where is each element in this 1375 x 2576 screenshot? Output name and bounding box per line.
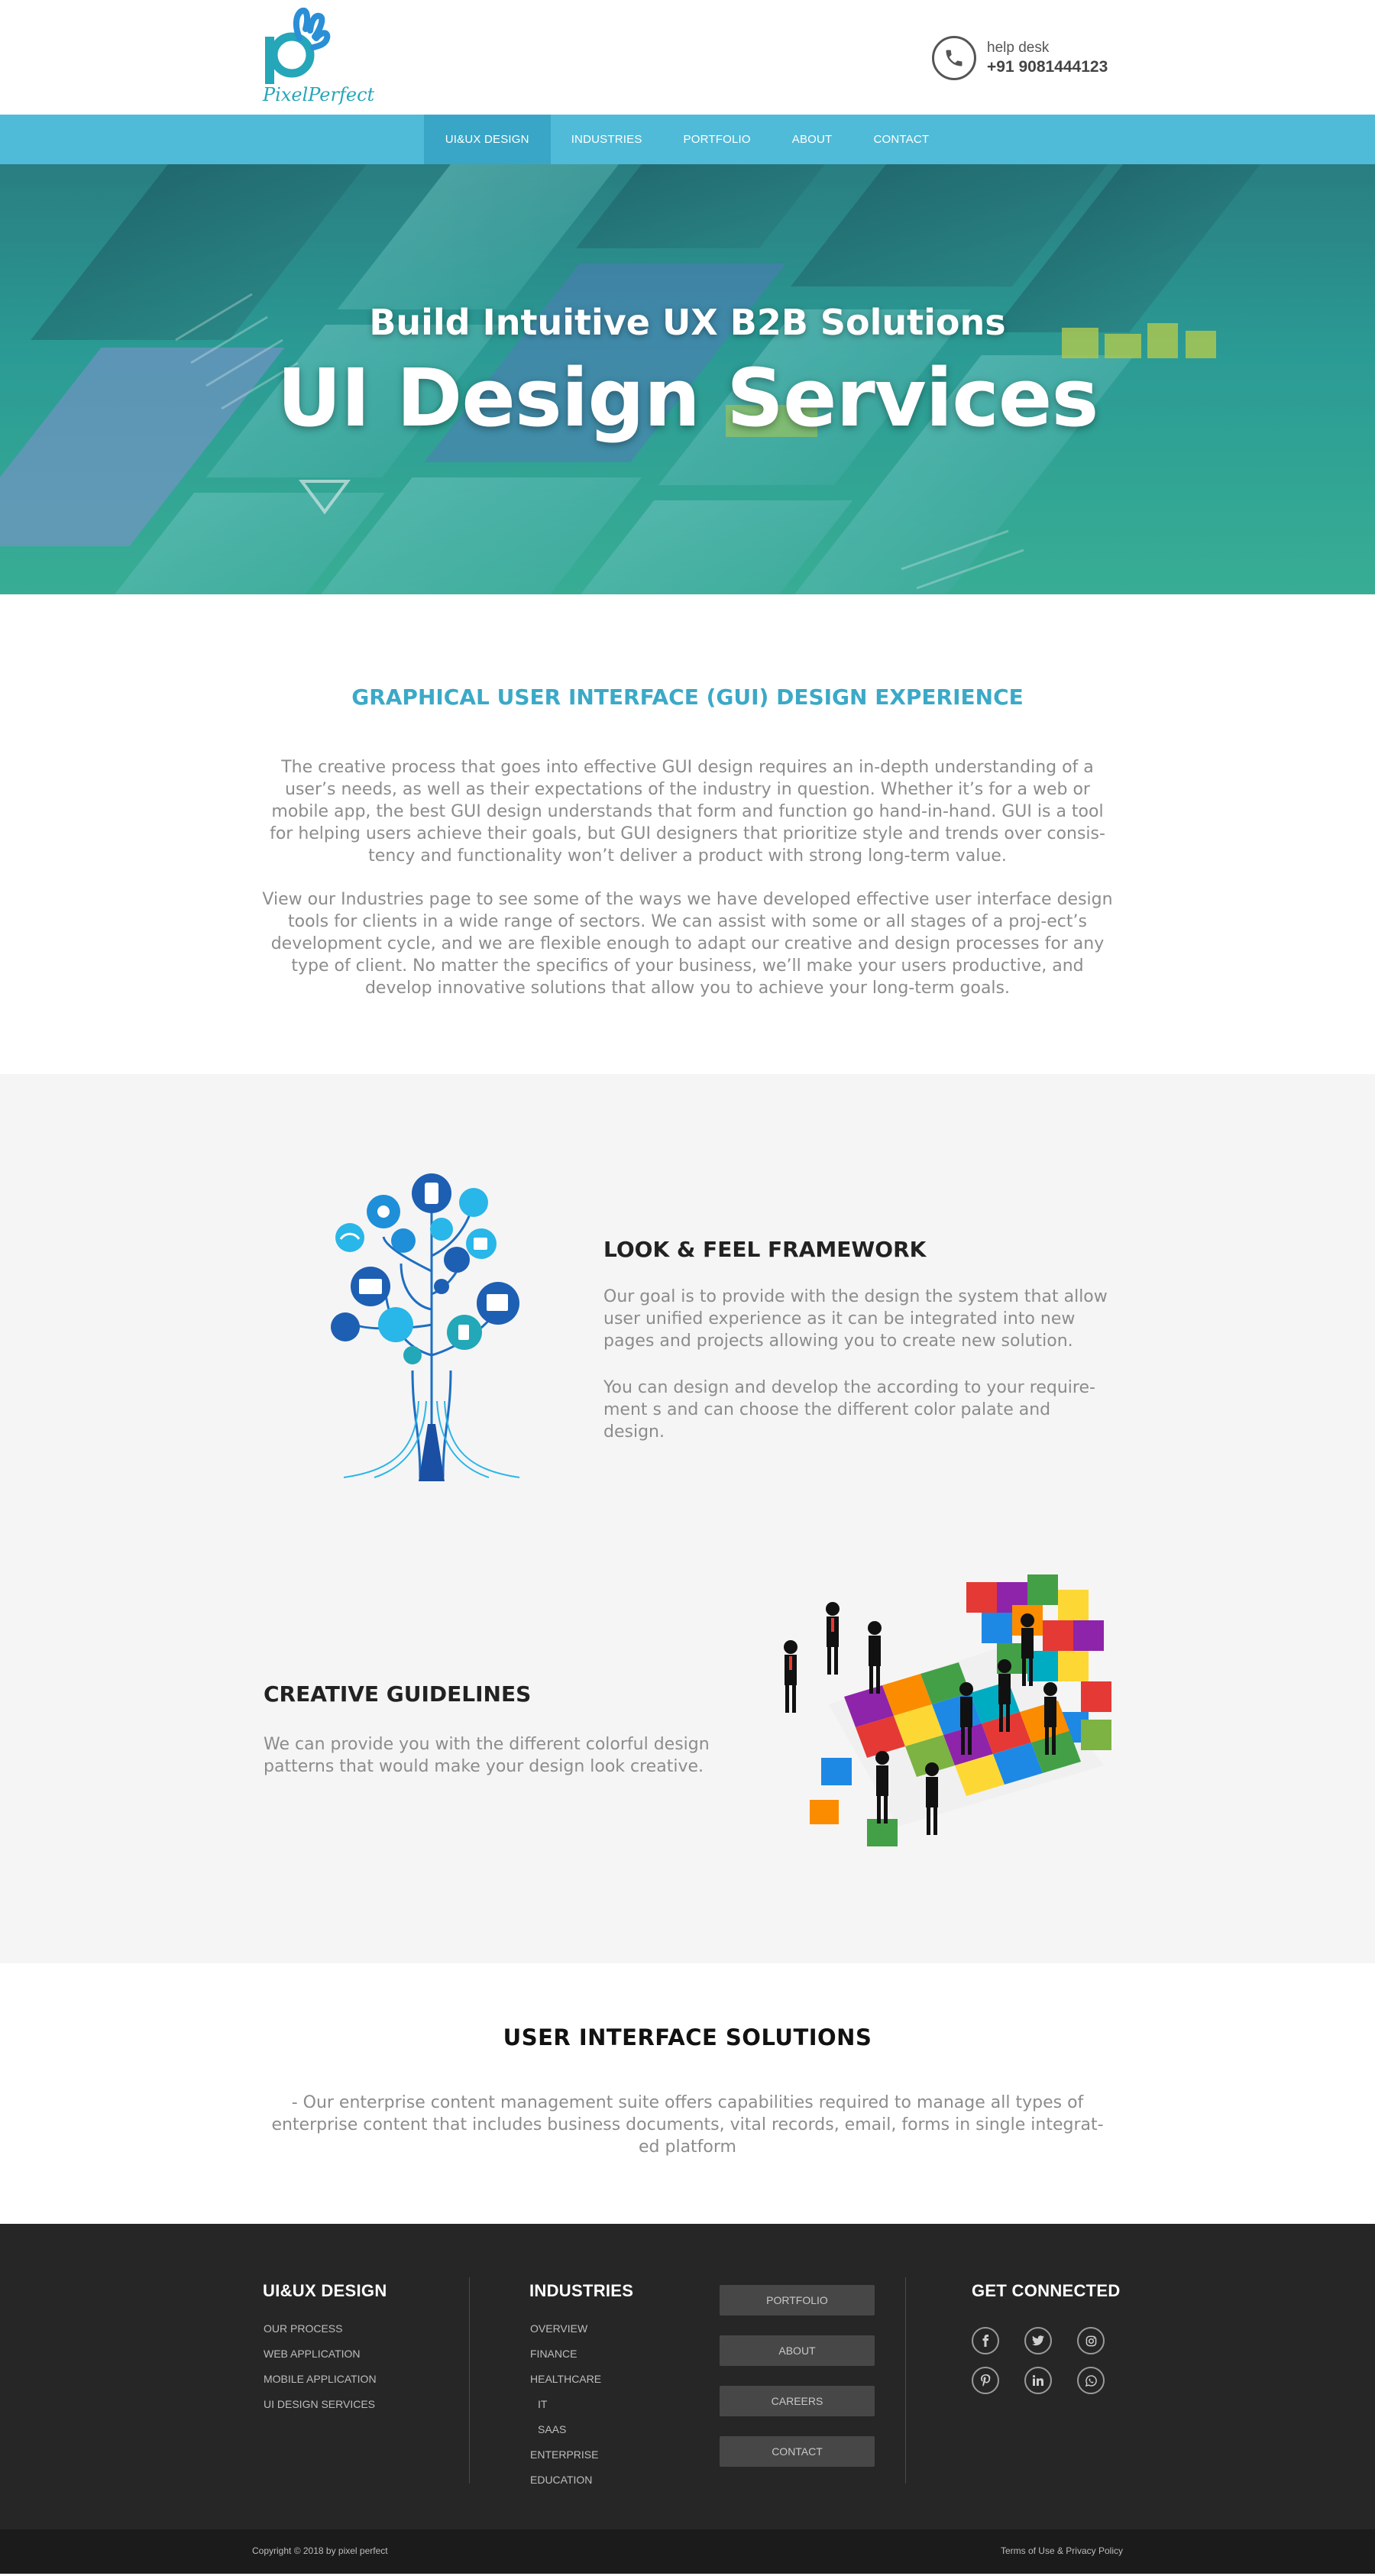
footer-about-button[interactable]: ABOUT	[720, 2335, 875, 2366]
helpdesk-label: help desk	[987, 40, 1050, 56]
site-footer: UI&UX DESIGN OUR PROCESS WEB APPLICATION…	[0, 2224, 1375, 2529]
footer-link-saas[interactable]: SAAS	[530, 2422, 601, 2448]
pinterest-icon[interactable]	[972, 2367, 999, 2394]
logo[interactable]: PixelPerfect	[263, 8, 374, 105]
footer-link-ui-design-services[interactable]: UI DESIGN SERVICES	[264, 2397, 377, 2422]
main-nav: UI&UX DESIGN INDUSTRIES PORTFOLIO ABOUT …	[0, 115, 1375, 164]
phone-icon	[932, 36, 976, 80]
footer-portfolio-button[interactable]: PORTFOLIO	[720, 2285, 875, 2315]
creative-guidelines-paragraph: We can provide you with the different co…	[264, 1735, 710, 1776]
hero-banner: Build Intuitive UX B2B Solutions UI Desi…	[0, 164, 1375, 594]
twitter-icon[interactable]	[1024, 2327, 1052, 2354]
helpdesk[interactable]: help desk +91 9081444123	[932, 34, 1108, 83]
features-section: LOOK & FEEL FRAMEWORK Our goal is to pro…	[0, 1074, 1375, 1963]
footer-link-it[interactable]: IT	[530, 2397, 601, 2422]
footer-industries-links: OVERVIEW FINANCE HEALTHCARE IT SAAS ENTE…	[530, 2322, 601, 2498]
footer-careers-button[interactable]: CAREERS	[720, 2386, 875, 2416]
footer-uiux-title: UI&UX DESIGN	[263, 2281, 387, 2300]
footer-link-our-process[interactable]: OUR PROCESS	[264, 2322, 377, 2347]
gui-paragraph-2: View our Industries page to see some of …	[262, 890, 1113, 998]
look-feel-title: LOOK & FEEL FRAMEWORK	[603, 1237, 927, 1262]
footer-divider	[469, 2277, 470, 2484]
footer-buttons: PORTFOLIO ABOUT CAREERS CONTACT	[720, 2285, 875, 2487]
creative-guidelines-title: CREATIVE GUIDELINES	[264, 1681, 532, 1707]
site-header: PixelPerfect help desk +91 9081444123	[0, 0, 1375, 115]
footer-link-overview[interactable]: OVERVIEW	[530, 2322, 601, 2347]
hero-subtitle: Build Intuitive UX B2B Solutions	[369, 302, 1006, 343]
look-feel-paragraph-2: You can design and develop the according…	[603, 1378, 1095, 1442]
footer-link-education[interactable]: EDUCATION	[530, 2473, 601, 2498]
puzzle-people-illustration	[784, 1574, 1111, 1846]
footer-link-finance[interactable]: FINANCE	[530, 2347, 601, 2372]
footer-contact-button[interactable]: CONTACT	[720, 2436, 875, 2467]
gui-heading: GRAPHICAL USER INTERFACE (GUI) DESIGN EX…	[351, 684, 1024, 710]
logo-text: PixelPerfect	[263, 84, 375, 105]
facebook-icon[interactable]	[972, 2327, 999, 2354]
footer-link-mobile-application[interactable]: MOBILE APPLICATION	[264, 2372, 377, 2397]
nav-item-uiux-design[interactable]: UI&UX DESIGN	[423, 115, 551, 164]
gui-experience-section: GRAPHICAL USER INTERFACE (GUI) DESIGN EX…	[0, 594, 1375, 1074]
footer-link-healthcare[interactable]: HEALTHCARE	[530, 2372, 601, 2397]
copyright-text: Copyright © 2018 by pixel perfect	[252, 2545, 388, 2556]
footer-connect-title: GET CONNECTED	[972, 2281, 1121, 2300]
tech-tree-illustration	[331, 1173, 520, 1481]
footer-link-enterprise[interactable]: ENTERPRISE	[530, 2448, 601, 2473]
whatsapp-icon[interactable]	[1077, 2367, 1105, 2394]
nav-item-industries[interactable]: INDUSTRIES	[551, 115, 663, 164]
helpdesk-number[interactable]: +91 9081444123	[987, 57, 1108, 77]
ui-solutions-text: - Our enterprise content management suit…	[271, 2093, 1104, 2157]
terms-privacy-link[interactable]: Terms of Use & Privacy Policy	[1001, 2545, 1123, 2556]
linkedin-icon[interactable]	[1024, 2367, 1052, 2394]
footer-divider	[905, 2277, 906, 2484]
gui-paragraph-1: The creative process that goes into effe…	[270, 758, 1105, 866]
footer-uiux-links: OUR PROCESS WEB APPLICATION MOBILE APPLI…	[264, 2322, 377, 2422]
nav-items: UI&UX DESIGN INDUSTRIES PORTFOLIO ABOUT …	[423, 115, 950, 164]
nav-item-contact[interactable]: CONTACT	[852, 115, 950, 164]
social-icons	[972, 2327, 1105, 2394]
instagram-icon[interactable]	[1077, 2327, 1105, 2354]
look-feel-paragraph-1: Our goal is to provide with the design t…	[603, 1287, 1108, 1351]
footer-industries-title: INDUSTRIES	[529, 2281, 634, 2300]
helpdesk-text: help desk +91 9081444123	[987, 39, 1108, 77]
nav-item-portfolio[interactable]: PORTFOLIO	[663, 115, 772, 164]
footer-bottom-bar: Copyright © 2018 by pixel perfect Terms …	[0, 2529, 1375, 2574]
hero-title: UI Design Services	[277, 351, 1099, 445]
logo-hand-icon	[265, 8, 331, 84]
ui-solutions-section: USER INTERFACE SOLUTIONS - Our enterpris…	[0, 1963, 1375, 2224]
ui-solutions-title: USER INTERFACE SOLUTIONS	[503, 2024, 872, 2050]
footer-link-web-application[interactable]: WEB APPLICATION	[264, 2347, 377, 2372]
nav-item-about[interactable]: ABOUT	[772, 115, 853, 164]
